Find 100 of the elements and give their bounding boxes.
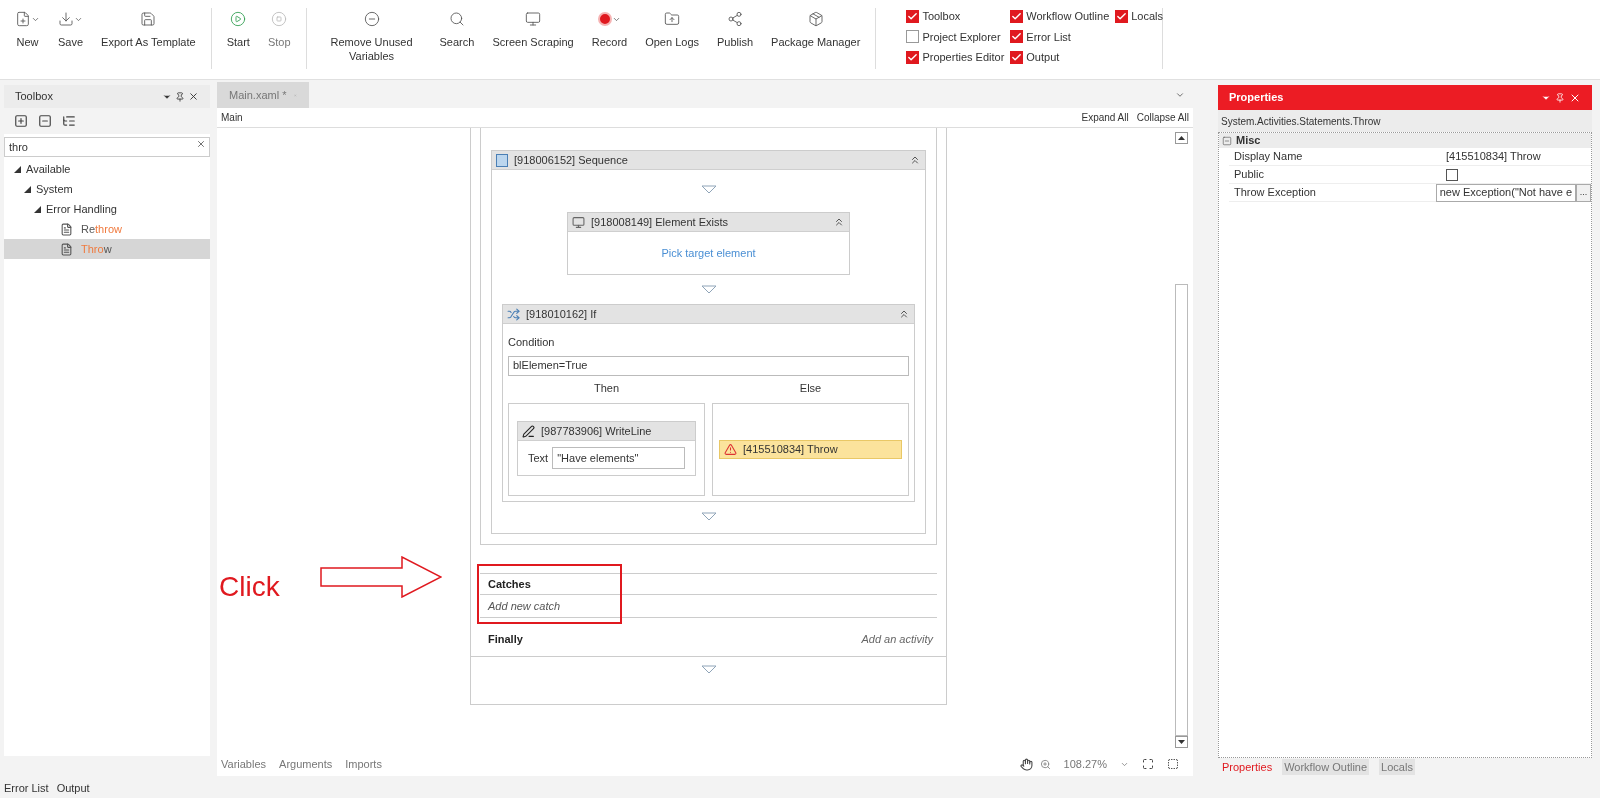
zoom-level[interactable]: 108.27% — [1063, 755, 1107, 773]
checkbox[interactable] — [906, 50, 920, 64]
panel-title: Toolbox — [15, 89, 54, 105]
panel-checkbox[interactable]: Error List — [1010, 28, 1110, 45]
checkbox[interactable] — [1446, 168, 1458, 181]
expand-all-link[interactable]: Expand All — [1081, 110, 1129, 125]
expanded-triangle-icon[interactable] — [24, 185, 31, 193]
close-icon[interactable] — [188, 91, 199, 102]
list-icon[interactable] — [62, 114, 76, 128]
fit-icon[interactable] — [1142, 758, 1154, 770]
download-icon — [58, 11, 75, 27]
drop-arrow-icon — [700, 285, 717, 294]
category-header[interactable]: Misc — [1219, 133, 1591, 148]
collapse-icon[interactable] — [898, 308, 910, 320]
search-field[interactable]: thro — [4, 137, 210, 157]
catches-label: Catches — [488, 576, 531, 592]
ribbon-button[interactable]: Publish — [708, 8, 763, 49]
ribbon-button[interactable]: Start — [217, 8, 259, 49]
minus-circle-icon — [363, 11, 380, 27]
panel-checkbox[interactable]: Properties Editor — [906, 49, 1005, 66]
panel-tab[interactable]: Locals — [1379, 758, 1415, 776]
condition-label: Condition — [508, 335, 556, 350]
hand-icon[interactable] — [1019, 757, 1033, 771]
property-label: Public — [1233, 167, 1265, 183]
panel-tab[interactable]: Workflow Outline — [1282, 758, 1370, 776]
clear-icon[interactable] — [196, 139, 206, 149]
toolbox-item[interactable]: Throw — [4, 239, 210, 259]
activity-header[interactable]: [415510834] Throw — [719, 440, 902, 459]
add-activity-link[interactable]: Add an activity — [861, 630, 933, 648]
pick-target-link[interactable]: Pick target element — [661, 244, 756, 262]
toolbox-item[interactable]: Rethrow — [4, 219, 210, 239]
add-catch-link[interactable]: Add new catch — [488, 597, 561, 615]
tree-node[interactable]: Available — [4, 159, 210, 179]
tree-node[interactable]: System — [4, 179, 210, 199]
writeline-icon — [522, 424, 535, 438]
drop-arrow-icon — [700, 512, 717, 521]
panel-checkbox[interactable]: Toolbox — [906, 8, 1005, 25]
floppy-icon — [140, 11, 157, 27]
ribbon-button[interactable]: Save — [49, 8, 93, 49]
checkbox[interactable] — [1010, 30, 1024, 44]
ribbon-button[interactable]: Export As Template — [92, 8, 205, 49]
record-icon — [597, 12, 612, 26]
file-plus-icon — [15, 11, 31, 27]
checkbox[interactable] — [1010, 9, 1024, 23]
activity-header[interactable]: [918006152] Sequence — [492, 151, 925, 170]
status-tab[interactable]: Output — [56, 779, 90, 797]
property-field[interactable]: new Exception("Not have e — [1435, 183, 1576, 202]
scrollbar[interactable] — [1175, 132, 1188, 748]
checkbox[interactable] — [906, 30, 920, 44]
panel-checkbox[interactable]: Locals — [1115, 8, 1164, 25]
panel-checkbox[interactable]: Output — [1010, 49, 1110, 66]
monitor-icon — [525, 11, 542, 27]
panel-tab[interactable]: Properties — [1222, 758, 1273, 776]
ribbon-button[interactable]: New — [6, 8, 49, 49]
search-icon — [448, 11, 465, 27]
condition-field[interactable]: blElemen=True — [508, 355, 909, 376]
zoom-icon[interactable] — [1039, 758, 1051, 770]
pin-icon[interactable] — [175, 91, 185, 102]
sequence-icon — [496, 153, 508, 167]
share-icon — [727, 11, 744, 27]
ribbon-button[interactable]: Search — [430, 8, 484, 49]
panel-checkbox[interactable]: Project Explorer — [906, 28, 1005, 45]
scroll-up-icon[interactable] — [1178, 136, 1185, 140]
collapse-icon[interactable] — [833, 216, 845, 228]
activity-header[interactable]: [918008149] Element Exists — [568, 213, 849, 232]
activity-icon — [60, 222, 73, 236]
tab-list-icon[interactable] — [1175, 90, 1185, 100]
ribbon-button[interactable]: Remove Unused Variables — [312, 8, 431, 63]
pin-icon[interactable] — [1555, 92, 1565, 103]
checkbox[interactable] — [1010, 50, 1024, 64]
overview-icon[interactable] — [1167, 758, 1179, 770]
collapse-all-link[interactable]: Collapse All — [1136, 110, 1189, 125]
activity-header[interactable]: [987783906] WriteLine — [518, 422, 695, 441]
expanded-triangle-icon[interactable] — [34, 205, 41, 213]
expanded-triangle-icon[interactable] — [14, 165, 21, 173]
text-field[interactable]: "Have elements" — [552, 447, 685, 469]
checkbox[interactable] — [906, 9, 920, 23]
folder-icon — [664, 11, 681, 27]
tree-node[interactable]: Error Handling — [4, 199, 210, 219]
status-tab[interactable]: Error List — [4, 779, 49, 797]
designer-tab[interactable]: Imports — [345, 755, 382, 773]
breadcrumb[interactable]: Main — [221, 110, 1074, 125]
drop-arrow-icon — [700, 665, 717, 674]
throw-icon — [724, 443, 737, 456]
designer-tab[interactable]: Arguments — [279, 755, 333, 773]
expand-all-icon[interactable] — [14, 114, 28, 128]
ribbon-button[interactable]: Package Manager — [762, 8, 870, 49]
ribbon-button[interactable]: Screen Scraping — [483, 8, 583, 49]
collapse-icon[interactable] — [909, 154, 921, 166]
activity-header[interactable]: [918010162] If — [503, 305, 914, 324]
ribbon-button[interactable]: Record — [582, 8, 637, 49]
property-label: Throw Exception — [1233, 185, 1317, 201]
collapse-all-icon[interactable] — [38, 114, 52, 128]
annotation-text: Click — [219, 570, 280, 604]
scroll-down-icon[interactable] — [1178, 740, 1185, 744]
ribbon-button[interactable]: Open Logs — [636, 8, 708, 49]
property-value[interactable]: [415510834] Throw — [1446, 148, 1541, 165]
checkbox[interactable] — [1115, 9, 1129, 23]
designer-tab[interactable]: Variables — [221, 755, 267, 773]
panel-checkbox[interactable]: Workflow Outline — [1010, 8, 1110, 25]
